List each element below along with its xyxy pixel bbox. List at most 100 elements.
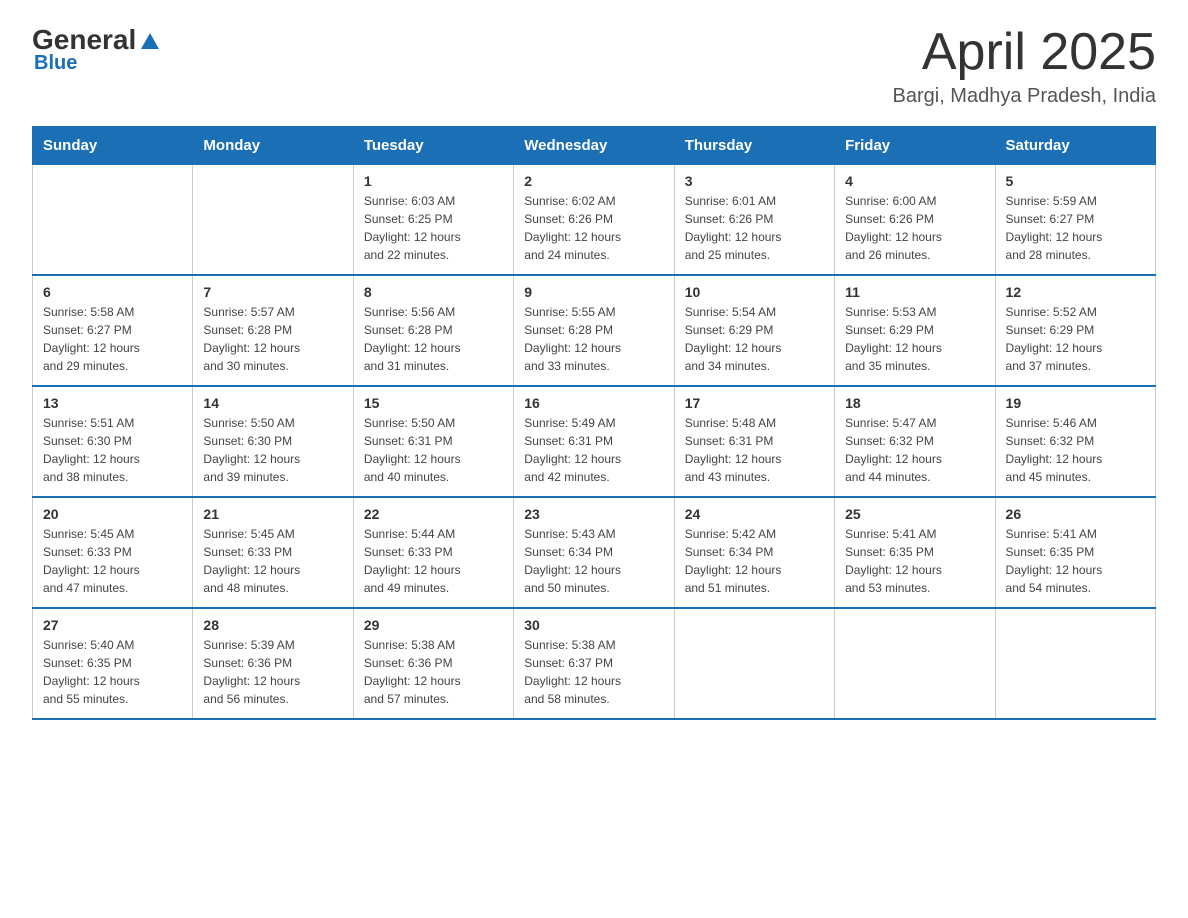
page-header: General Blue April 2025 Bargi, Madhya Pr… [32,24,1156,108]
calendar-cell: 19Sunrise: 5:46 AMSunset: 6:32 PMDayligh… [995,386,1155,497]
logo-icon [138,31,161,49]
day-number: 17 [685,395,824,411]
calendar-cell: 7 Sunrise: 5:57 AMSunset: 6:28 PMDaylight… [193,275,353,386]
weekday-header: Friday [835,127,995,165]
weekday-header-row: SundayMondayTuesdayWednesdayThursdayFrid… [33,127,1156,165]
day-info: Sunrise: 5:50 AMSunset: 6:30 PMDaylight:… [203,414,342,486]
day-number: 9 [524,284,663,300]
day-info: Sunrise: 5:59 AMSunset: 6:27 PMDaylight:… [1006,192,1145,264]
calendar-title: April 2025 [893,24,1157,81]
calendar-cell: 3 Sunrise: 6:01 AMSunset: 6:26 PMDaylight… [674,165,834,276]
day-info: Sunrise: 5:45 AMSunset: 6:33 PMDaylight:… [203,525,342,597]
day-number: 6 [43,284,182,300]
day-number: 7 [203,284,342,300]
calendar-cell: 5 Sunrise: 5:59 AMSunset: 6:27 PMDaylight… [995,165,1155,276]
weekday-header: Wednesday [514,127,674,165]
calendar-cell: 23Sunrise: 5:43 AMSunset: 6:34 PMDayligh… [514,497,674,608]
logo: General Blue [32,24,161,75]
calendar-week-row: 1 Sunrise: 6:03 AMSunset: 6:25 PMDaylight… [33,165,1156,276]
day-number: 10 [685,284,824,300]
day-number: 13 [43,395,182,411]
calendar-cell: 21 Sunrise: 5:45 AMSunset: 6:33 PMDayligh… [193,497,353,608]
day-info: Sunrise: 5:54 AMSunset: 6:29 PMDaylight:… [685,303,824,375]
calendar-cell: 2 Sunrise: 6:02 AMSunset: 6:26 PMDaylight… [514,165,674,276]
calendar-cell: 10 Sunrise: 5:54 AMSunset: 6:29 PMDayligh… [674,275,834,386]
calendar-cell: 22Sunrise: 5:44 AMSunset: 6:33 PMDayligh… [353,497,513,608]
calendar-subtitle: Bargi, Madhya Pradesh, India [893,85,1157,108]
day-number: 1 [364,173,503,189]
day-number: 27 [43,617,182,633]
day-info: Sunrise: 6:01 AMSunset: 6:26 PMDaylight:… [685,192,824,264]
day-info: Sunrise: 6:03 AMSunset: 6:25 PMDaylight:… [364,192,503,264]
day-info: Sunrise: 5:41 AMSunset: 6:35 PMDaylight:… [845,525,984,597]
calendar-week-row: 20 Sunrise: 5:45 AMSunset: 6:33 PMDayligh… [33,497,1156,608]
calendar-cell: 9 Sunrise: 5:55 AMSunset: 6:28 PMDaylight… [514,275,674,386]
day-number: 14 [203,395,342,411]
calendar-cell: 30Sunrise: 5:38 AMSunset: 6:37 PMDayligh… [514,608,674,719]
calendar-cell: 27 Sunrise: 5:40 AMSunset: 6:35 PMDayligh… [33,608,193,719]
day-number: 5 [1006,173,1145,189]
day-info: Sunrise: 5:48 AMSunset: 6:31 PMDaylight:… [685,414,824,486]
day-info: Sunrise: 5:49 AMSunset: 6:31 PMDaylight:… [524,414,663,486]
day-number: 16 [524,395,663,411]
calendar-cell: 8 Sunrise: 5:56 AMSunset: 6:28 PMDaylight… [353,275,513,386]
calendar-cell: 17 Sunrise: 5:48 AMSunset: 6:31 PMDayligh… [674,386,834,497]
calendar-cell [995,608,1155,719]
day-number: 20 [43,506,182,522]
day-number: 2 [524,173,663,189]
day-number: 15 [364,395,503,411]
day-info: Sunrise: 5:47 AMSunset: 6:32 PMDaylight:… [845,414,984,486]
calendar-cell: 11 Sunrise: 5:53 AMSunset: 6:29 PMDayligh… [835,275,995,386]
day-info: Sunrise: 5:53 AMSunset: 6:29 PMDaylight:… [845,303,984,375]
calendar-week-row: 6 Sunrise: 5:58 AMSunset: 6:27 PMDaylight… [33,275,1156,386]
calendar-cell: 14 Sunrise: 5:50 AMSunset: 6:30 PMDayligh… [193,386,353,497]
calendar-cell: 26Sunrise: 5:41 AMSunset: 6:35 PMDayligh… [995,497,1155,608]
logo-blue-text: Blue [34,52,77,75]
calendar-cell: 12 Sunrise: 5:52 AMSunset: 6:29 PMDayligh… [995,275,1155,386]
day-number: 8 [364,284,503,300]
day-number: 3 [685,173,824,189]
day-info: Sunrise: 5:57 AMSunset: 6:28 PMDaylight:… [203,303,342,375]
calendar-week-row: 13 Sunrise: 5:51 AMSunset: 6:30 PMDayligh… [33,386,1156,497]
calendar-cell: 15Sunrise: 5:50 AMSunset: 6:31 PMDayligh… [353,386,513,497]
weekday-header: Tuesday [353,127,513,165]
weekday-header: Sunday [33,127,193,165]
calendar-cell: 4Sunrise: 6:00 AMSunset: 6:26 PMDaylight… [835,165,995,276]
day-info: Sunrise: 5:38 AMSunset: 6:37 PMDaylight:… [524,636,663,708]
day-number: 11 [845,284,984,300]
day-info: Sunrise: 5:45 AMSunset: 6:33 PMDaylight:… [43,525,182,597]
calendar-cell [835,608,995,719]
day-number: 4 [845,173,984,189]
day-info: Sunrise: 5:51 AMSunset: 6:30 PMDaylight:… [43,414,182,486]
day-info: Sunrise: 5:38 AMSunset: 6:36 PMDaylight:… [364,636,503,708]
day-info: Sunrise: 5:40 AMSunset: 6:35 PMDaylight:… [43,636,182,708]
calendar-cell: 18 Sunrise: 5:47 AMSunset: 6:32 PMDayligh… [835,386,995,497]
weekday-header: Thursday [674,127,834,165]
title-area: April 2025 Bargi, Madhya Pradesh, India [893,24,1157,108]
calendar-cell: 28Sunrise: 5:39 AMSunset: 6:36 PMDayligh… [193,608,353,719]
calendar-table: SundayMondayTuesdayWednesdayThursdayFrid… [32,126,1156,720]
calendar-cell [193,165,353,276]
calendar-cell: 6 Sunrise: 5:58 AMSunset: 6:27 PMDaylight… [33,275,193,386]
calendar-cell: 16 Sunrise: 5:49 AMSunset: 6:31 PMDayligh… [514,386,674,497]
day-number: 19 [1006,395,1145,411]
day-info: Sunrise: 5:44 AMSunset: 6:33 PMDaylight:… [364,525,503,597]
calendar-cell: 20 Sunrise: 5:45 AMSunset: 6:33 PMDayligh… [33,497,193,608]
day-number: 12 [1006,284,1145,300]
calendar-cell [674,608,834,719]
calendar-cell [33,165,193,276]
day-number: 21 [203,506,342,522]
day-info: Sunrise: 5:42 AMSunset: 6:34 PMDaylight:… [685,525,824,597]
weekday-header: Saturday [995,127,1155,165]
day-info: Sunrise: 5:43 AMSunset: 6:34 PMDaylight:… [524,525,663,597]
day-info: Sunrise: 5:58 AMSunset: 6:27 PMDaylight:… [43,303,182,375]
day-info: Sunrise: 6:02 AMSunset: 6:26 PMDaylight:… [524,192,663,264]
calendar-week-row: 27 Sunrise: 5:40 AMSunset: 6:35 PMDayligh… [33,608,1156,719]
day-info: Sunrise: 5:55 AMSunset: 6:28 PMDaylight:… [524,303,663,375]
day-number: 18 [845,395,984,411]
calendar-cell: 24Sunrise: 5:42 AMSunset: 6:34 PMDayligh… [674,497,834,608]
calendar-cell: 29Sunrise: 5:38 AMSunset: 6:36 PMDayligh… [353,608,513,719]
day-number: 28 [203,617,342,633]
day-info: Sunrise: 5:52 AMSunset: 6:29 PMDaylight:… [1006,303,1145,375]
day-info: Sunrise: 5:56 AMSunset: 6:28 PMDaylight:… [364,303,503,375]
